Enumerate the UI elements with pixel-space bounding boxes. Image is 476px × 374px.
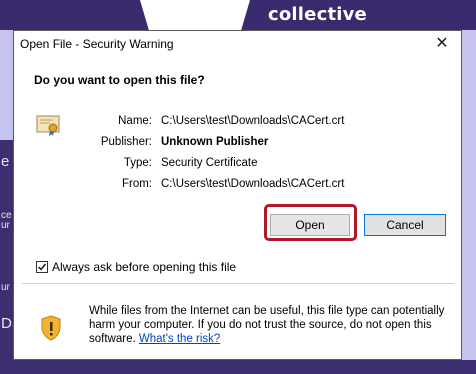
- name-value: C:\Users\test\Downloads\CACert.crt: [161, 115, 345, 127]
- type-value: Security Certificate: [161, 157, 258, 169]
- always-ask-checkbox[interactable]: [36, 261, 48, 273]
- warning-message: While files from the Internet can be use…: [89, 304, 449, 346]
- divider: [22, 283, 454, 284]
- background-brand-text: collective: [268, 4, 367, 25]
- dialog-title: Open File - Security Warning: [20, 37, 174, 51]
- shield-warning-icon: [41, 315, 61, 341]
- certificate-icon: [36, 115, 60, 136]
- from-label: From:: [121, 178, 152, 190]
- dialog-question: Do you want to open this file?: [34, 73, 205, 87]
- background-bottom-bar: [0, 360, 476, 374]
- cancel-button[interactable]: Cancel: [364, 214, 446, 236]
- background-edge-text: e: [1, 153, 10, 170]
- publisher-value: Unknown Publisher: [161, 136, 269, 148]
- open-button[interactable]: Open: [270, 214, 350, 236]
- always-ask-label[interactable]: Always ask before opening this file: [52, 260, 236, 274]
- type-label: Type:: [123, 157, 152, 169]
- background-tab-shape: [140, 0, 250, 30]
- security-warning-dialog: Open File - Security Warning ✕ Do you wa…: [13, 30, 462, 360]
- background-edge-text: ur: [1, 220, 10, 231]
- checkmark-icon: [38, 263, 47, 271]
- from-value: C:\Users\test\Downloads\CACert.crt: [161, 178, 345, 190]
- whats-the-risk-link[interactable]: What's the risk?: [139, 333, 220, 345]
- close-button[interactable]: ✕: [431, 33, 453, 55]
- publisher-label: Publisher:: [100, 136, 152, 148]
- name-label: Name:: [118, 115, 152, 127]
- background-left-panel: [0, 140, 14, 370]
- background-edge-text: ur: [1, 282, 10, 293]
- dialog-titlebar[interactable]: Open File - Security Warning ✕: [14, 31, 461, 57]
